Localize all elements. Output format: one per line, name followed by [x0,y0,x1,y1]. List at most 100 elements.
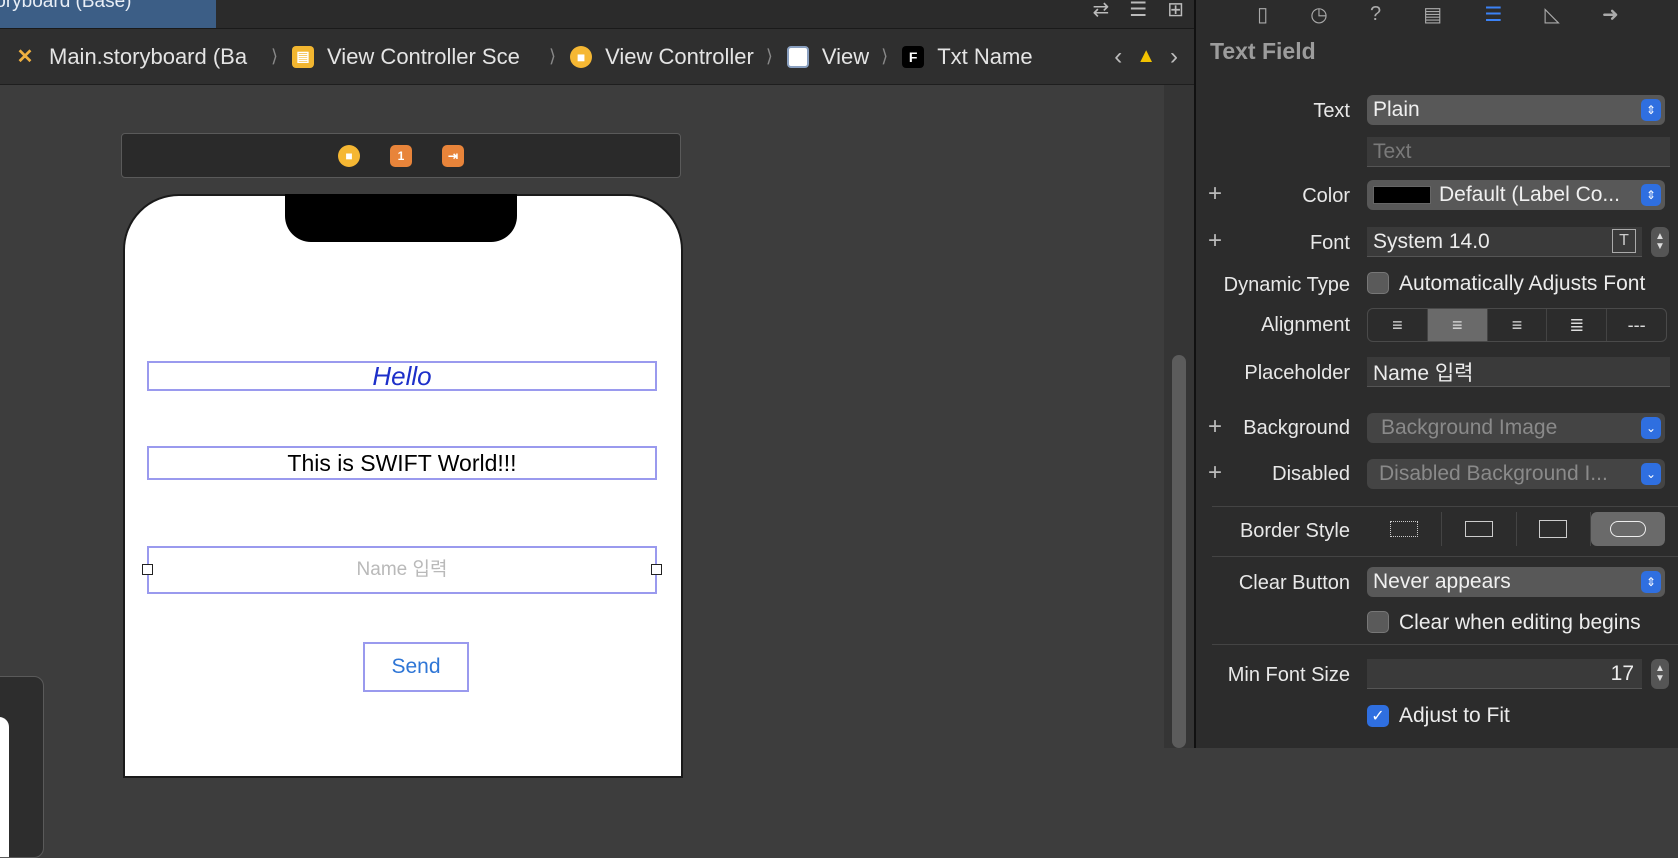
attributes-icon[interactable]: ☰ [1484,2,1502,27]
breadcrumb-txt-name[interactable]: F Txt Name [902,43,1033,70]
size-icon[interactable]: ◺ [1544,2,1559,27]
device-notch [285,194,517,242]
chevron-right-icon: ⟩ [549,46,557,66]
align-left-icon[interactable]: ≡ [1368,309,1428,341]
align-natural-icon[interactable]: --- [1607,309,1666,341]
swap-arrows-icon[interactable]: ⇄ [1093,0,1110,20]
updown-arrows-icon: ⇕ [1641,99,1661,121]
breadcrumb-storyboard[interactable]: ✕ Main.storyboard (Ba [14,44,259,70]
divider [1212,556,1678,557]
color-popup[interactable]: Default (Label Co... ⇕ [1367,180,1665,210]
background-image-popup[interactable]: Background Image ⌄ [1367,413,1665,443]
text-value-field[interactable]: Text [1367,137,1670,167]
min-font-size-stepper[interactable]: ▲ ▼ [1651,659,1669,689]
text-label: Text [1313,100,1350,122]
file-icon[interactable]: ▯ [1257,2,1268,27]
view-controller-icon: ■ [570,45,593,68]
section-title: Text Field [1210,38,1316,64]
chevron-right-icon: ⟩ [881,46,889,66]
scrollbar-thumb[interactable] [1172,355,1186,748]
placeholder-label: Placeholder [1244,362,1350,384]
world-label[interactable]: This is SWIFT World!!! [147,446,657,480]
chevron-down-icon: ⌄ [1641,417,1661,439]
canvas-scrollbar[interactable] [1164,85,1194,748]
breadcrumb-label: Main.storyboard (Ba [49,43,248,69]
alignment-label: Alignment [1261,314,1350,336]
text-type-popup[interactable]: Plain ⇕ [1367,95,1665,125]
auto-adjust-font-label: Automatically Adjusts Font [1399,272,1646,295]
warning-icon[interactable]: ▲ [1136,45,1156,68]
auto-adjust-font-checkbox[interactable] [1367,272,1389,294]
breadcrumb-label: View Controller [605,43,754,69]
lines-menu-icon[interactable]: ☰ [1129,0,1147,20]
align-justify-icon[interactable]: ≣ [1547,309,1608,341]
hello-label[interactable]: Hello [147,361,657,391]
align-center-icon[interactable]: ≡ [1427,309,1488,341]
disabled-label: Disabled [1272,463,1350,485]
resize-handle-left[interactable] [142,564,153,575]
border-bezel-icon[interactable] [1517,512,1592,546]
adjust-to-fit-checkbox[interactable]: ✓ [1367,705,1389,727]
border-rounded-icon[interactable] [1591,512,1665,546]
align-right-icon[interactable]: ≡ [1488,309,1548,341]
clear-button-value: Never appears [1373,570,1511,593]
clear-button-popup[interactable]: Never appears ⇕ [1367,567,1665,597]
editor-tab-bar: toryboard (Base) ⇄ ☰ ⊞ [0,0,1194,29]
breadcrumb-view-controller[interactable]: ■ View Controller [570,44,754,70]
connections-icon[interactable]: ➜ [1602,2,1619,27]
border-line-icon[interactable] [1442,512,1517,546]
font-field[interactable]: System 14.0 T [1367,227,1642,257]
storyboard-canvas[interactable]: ■ 1 ⇥ Hello This is SWIFT World!!! Send [0,85,1164,858]
identity-icon[interactable]: ▤ [1423,2,1442,27]
placeholder-field[interactable]: Name 입력 [1367,357,1670,387]
plus-icon[interactable]: + [1208,180,1222,208]
chevron-right-icon[interactable]: › [1170,43,1178,71]
border-none-icon[interactable] [1367,512,1442,546]
adjacent-scene[interactable] [0,676,44,858]
breadcrumb-label: View Controller Sce [327,43,520,69]
min-font-size-label: Min Font Size [1227,664,1350,686]
send-button[interactable]: Send [363,642,469,692]
dynamic-type-label: Dynamic Type [1223,274,1350,296]
inspector-tabs: ▯ ◷ ? ▤ ☰ ◺ ➜ [1196,0,1678,28]
breadcrumb-label: Txt Name [937,43,1033,69]
history-icon[interactable]: ◷ [1310,2,1327,27]
scene-dock: ■ 1 ⇥ [121,133,681,178]
disabled-background-value: Disabled Background I... [1379,462,1608,485]
divider [1212,644,1678,645]
disabled-background-popup[interactable]: Disabled Background I... ⌄ [1367,459,1665,489]
color-value: Default (Label Co... [1439,183,1620,206]
breadcrumb-view[interactable]: View [786,43,870,70]
font-stepper[interactable]: ▲ ▼ [1651,227,1669,257]
breadcrumb-label: View [821,43,870,69]
chevron-right-icon: ⟩ [765,46,773,66]
file-tab[interactable]: toryboard (Base) [0,0,216,28]
first-responder-icon[interactable]: 1 [390,144,412,167]
chevron-left-icon[interactable]: ‹ [1114,43,1122,71]
name-input[interactable] [149,558,655,582]
background-label: Background [1243,417,1350,439]
clear-when-editing-checkbox[interactable] [1367,611,1389,633]
chevron-down-icon: ⌄ [1641,463,1661,485]
border-style-segmented-control [1367,512,1665,546]
min-font-size-field[interactable]: 17 [1367,659,1642,689]
plus-icon[interactable]: + [1208,459,1222,487]
file-tab-label: toryboard (Base) [0,0,132,12]
iphone-view[interactable]: Hello This is SWIFT World!!! Send [123,194,683,778]
exit-icon[interactable]: ⇥ [442,144,464,167]
plus-icon[interactable]: + [1208,227,1222,255]
add-editor-icon[interactable]: ⊞ [1167,0,1184,20]
clear-when-editing-label: Clear when editing begins [1399,611,1641,634]
font-picker-icon[interactable]: T [1612,229,1636,253]
chevron-right-icon: ⟩ [271,46,279,66]
plus-icon[interactable]: + [1208,413,1222,441]
clear-button-label: Clear Button [1238,572,1350,594]
help-icon[interactable]: ? [1370,3,1381,26]
breadcrumb-scene[interactable]: ▤ View Controller Sce [292,44,537,70]
resize-handle-right[interactable] [651,564,662,575]
view-controller-icon[interactable]: ■ [338,144,360,167]
adjacent-scene-view [0,717,9,857]
txt-name-field[interactable] [142,546,662,594]
text-field-icon: F [902,45,925,68]
background-image-value: Background Image [1381,416,1558,439]
